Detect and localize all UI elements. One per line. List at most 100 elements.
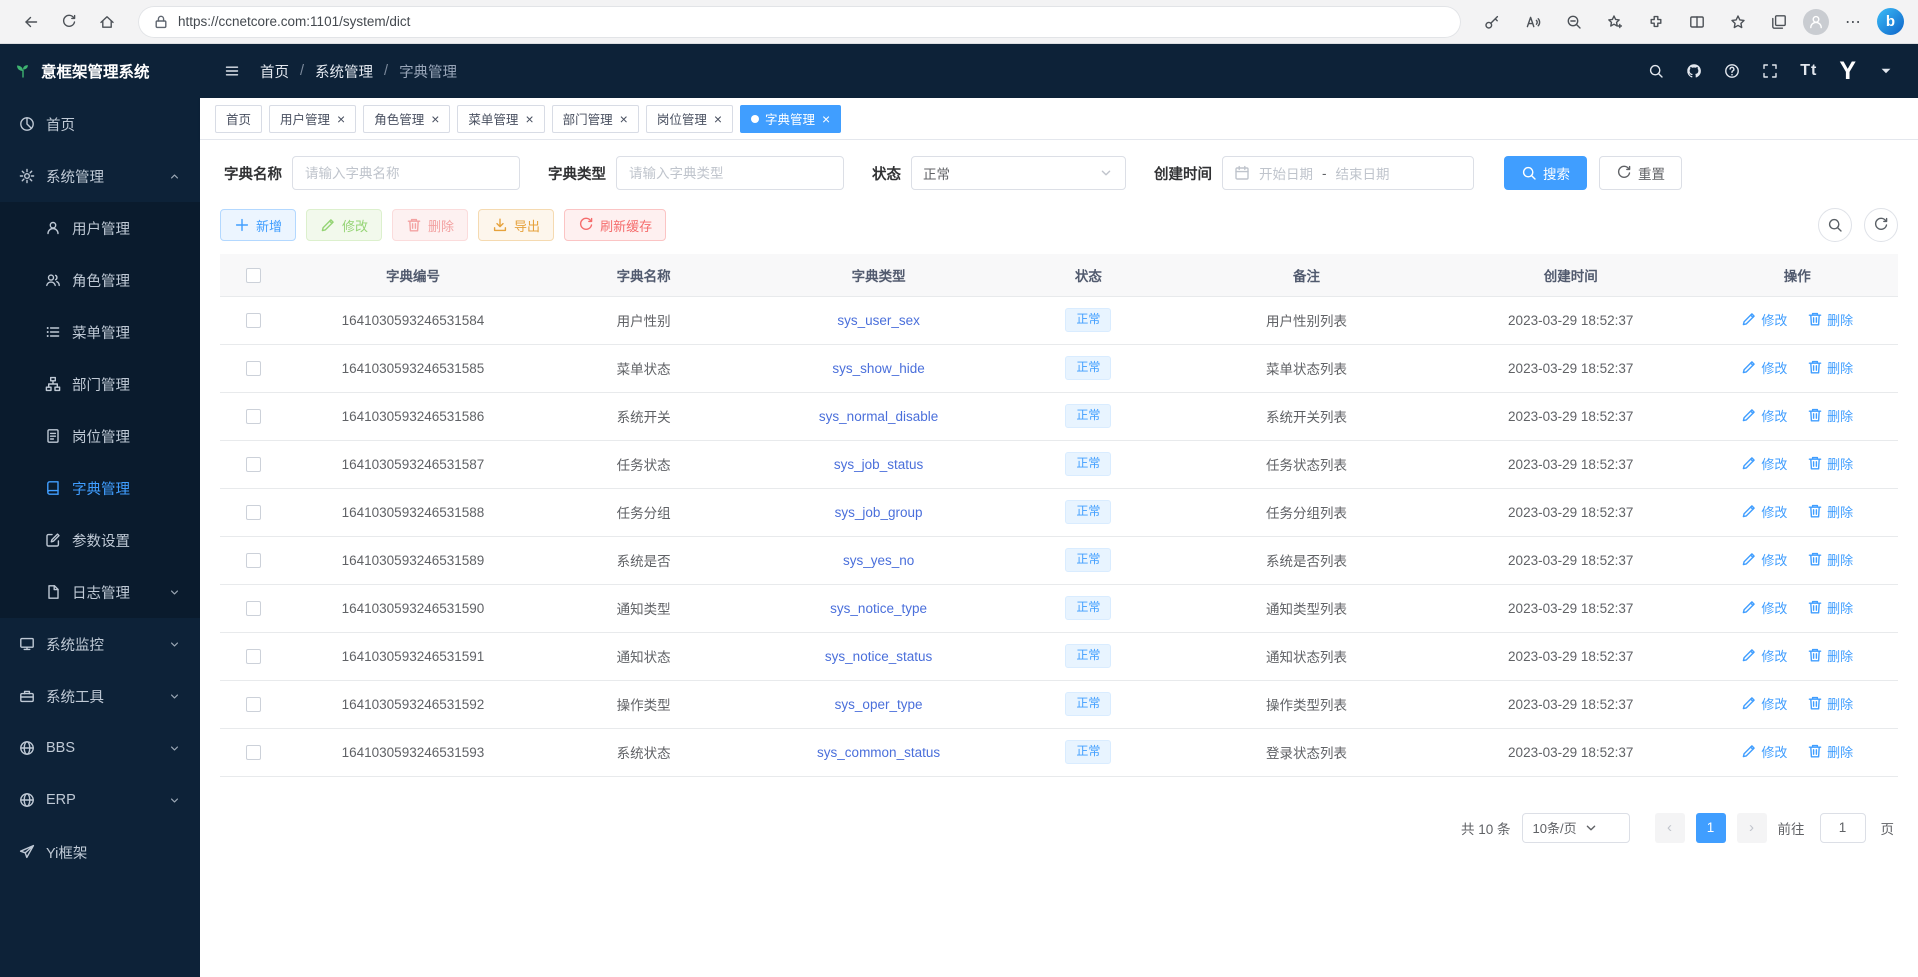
page-number-1[interactable]: 1 — [1696, 813, 1726, 843]
sidebar-item-tools[interactable]: 系统工具 — [0, 670, 200, 722]
browser-profile-avatar[interactable] — [1803, 9, 1829, 35]
sidebar-item-home[interactable]: 首页 — [0, 98, 200, 150]
row-checkbox[interactable] — [246, 313, 261, 328]
row-edit-button[interactable]: 修改 — [1741, 310, 1787, 329]
browser-home-icon[interactable] — [90, 6, 124, 38]
next-page-button[interactable]: › — [1737, 813, 1767, 843]
dict-type-link[interactable]: sys_yes_no — [843, 553, 914, 568]
search-button[interactable]: 搜索 — [1504, 156, 1587, 190]
row-checkbox[interactable] — [246, 409, 261, 424]
dict-type-link[interactable]: sys_notice_status — [825, 649, 932, 664]
date-range-picker[interactable]: 开始日期 - 结束日期 — [1222, 156, 1474, 190]
reset-button[interactable]: 重置 — [1599, 156, 1682, 190]
collections-icon[interactable] — [1762, 6, 1796, 38]
goto-page-input[interactable] — [1820, 813, 1866, 843]
add-button[interactable]: 新增 — [220, 209, 296, 241]
favorites-icon[interactable] — [1721, 6, 1755, 38]
sidebar-item-log-mgmt[interactable]: 日志管理 — [0, 566, 200, 618]
row-delete-button[interactable]: 删除 — [1807, 694, 1853, 713]
row-delete-button[interactable]: 删除 — [1807, 310, 1853, 329]
dict-type-link[interactable]: sys_job_status — [834, 457, 923, 472]
tab-close-icon[interactable]: × — [822, 112, 830, 126]
sidebar-item-param-settings[interactable]: 参数设置 — [0, 514, 200, 566]
sidebar-item-role-mgmt[interactable]: 角色管理 — [0, 254, 200, 306]
add-favorite-icon[interactable] — [1598, 6, 1632, 38]
dict-type-link[interactable]: sys_normal_disable — [819, 409, 938, 424]
export-button[interactable]: 导出 — [478, 209, 554, 241]
row-delete-button[interactable]: 删除 — [1807, 502, 1853, 521]
row-checkbox[interactable] — [246, 505, 261, 520]
edit-button[interactable]: 修改 — [306, 209, 382, 241]
row-edit-button[interactable]: 修改 — [1741, 598, 1787, 617]
tab[interactable]: 用户管理 × — [269, 105, 356, 133]
url-bar[interactable]: https://ccnetcore.com:1101/system/dict — [138, 6, 1461, 38]
menu-toggle-icon[interactable] — [224, 63, 240, 79]
dict-type-input[interactable] — [616, 156, 844, 190]
row-delete-button[interactable]: 删除 — [1807, 646, 1853, 665]
browser-menu-ellipsis-icon[interactable]: ⋯ — [1836, 6, 1870, 38]
sidebar-item-dict-mgmt[interactable]: 字典管理 — [0, 462, 200, 514]
font-size-button[interactable]: Tt — [1800, 62, 1817, 80]
dict-name-input[interactable] — [292, 156, 520, 190]
tab[interactable]: 角色管理 × — [363, 105, 450, 133]
row-checkbox[interactable] — [246, 361, 261, 376]
tab-close-icon[interactable]: × — [714, 112, 722, 126]
dict-type-link[interactable]: sys_oper_type — [835, 697, 923, 712]
toggle-search-button[interactable] — [1818, 208, 1852, 242]
delete-button[interactable]: 删除 — [392, 209, 468, 241]
status-select[interactable]: 正常 — [911, 156, 1126, 190]
tab-close-icon[interactable]: × — [337, 112, 345, 126]
breadcrumb-system[interactable]: 系统管理 — [315, 61, 373, 82]
fullscreen-icon[interactable] — [1762, 63, 1778, 79]
sidebar-item-system-mgmt[interactable]: 系统管理 — [0, 150, 200, 202]
sidebar-item-yi-framework[interactable]: Yi框架 — [0, 826, 200, 878]
caret-down-icon[interactable] — [1878, 63, 1894, 79]
sidebar-item-erp[interactable]: ERP — [0, 774, 200, 826]
password-key-icon[interactable] — [1475, 6, 1509, 38]
row-delete-button[interactable]: 删除 — [1807, 406, 1853, 425]
tab[interactable]: 岗位管理 × — [646, 105, 733, 133]
bing-icon[interactable]: b — [1877, 8, 1904, 35]
search-icon[interactable] — [1648, 63, 1664, 79]
row-edit-button[interactable]: 修改 — [1741, 646, 1787, 665]
help-icon[interactable] — [1724, 63, 1740, 79]
user-avatar[interactable]: Y — [1839, 59, 1856, 84]
refresh-table-button[interactable] — [1864, 208, 1898, 242]
row-edit-button[interactable]: 修改 — [1741, 502, 1787, 521]
page-size-select[interactable]: 10条/页 — [1522, 813, 1630, 843]
row-edit-button[interactable]: 修改 — [1741, 358, 1787, 377]
row-edit-button[interactable]: 修改 — [1741, 550, 1787, 569]
row-delete-button[interactable]: 删除 — [1807, 358, 1853, 377]
tab-close-icon[interactable]: × — [431, 112, 439, 126]
sidebar-item-monitor[interactable]: 系统监控 — [0, 618, 200, 670]
split-screen-icon[interactable] — [1680, 6, 1714, 38]
row-checkbox[interactable] — [246, 649, 261, 664]
row-delete-button[interactable]: 删除 — [1807, 598, 1853, 617]
prev-page-button[interactable]: ‹ — [1655, 813, 1685, 843]
row-edit-button[interactable]: 修改 — [1741, 454, 1787, 473]
extensions-icon[interactable] — [1639, 6, 1673, 38]
tab[interactable]: 菜单管理 × — [457, 105, 544, 133]
dict-type-link[interactable]: sys_notice_type — [830, 601, 927, 616]
tab[interactable]: 字典管理 × — [740, 105, 841, 133]
row-edit-button[interactable]: 修改 — [1741, 406, 1787, 425]
tab-close-icon[interactable]: × — [525, 112, 533, 126]
browser-refresh-icon[interactable] — [52, 6, 86, 38]
dict-type-link[interactable]: sys_common_status — [817, 745, 940, 760]
read-aloud-icon[interactable] — [1516, 6, 1550, 38]
sidebar-item-dept-mgmt[interactable]: 部门管理 — [0, 358, 200, 410]
dict-type-link[interactable]: sys_job_group — [835, 505, 923, 520]
dict-type-link[interactable]: sys_user_sex — [837, 313, 920, 328]
refresh-cache-button[interactable]: 刷新缓存 — [564, 209, 666, 241]
sidebar-item-menu-mgmt[interactable]: 菜单管理 — [0, 306, 200, 358]
row-edit-button[interactable]: 修改 — [1741, 742, 1787, 761]
row-delete-button[interactable]: 删除 — [1807, 454, 1853, 473]
github-icon[interactable] — [1686, 63, 1702, 79]
zoom-out-icon[interactable] — [1557, 6, 1591, 38]
tab[interactable]: 首页 × — [215, 105, 262, 133]
row-checkbox[interactable] — [246, 697, 261, 712]
row-edit-button[interactable]: 修改 — [1741, 694, 1787, 713]
row-delete-button[interactable]: 删除 — [1807, 550, 1853, 569]
tab[interactable]: 部门管理 × — [552, 105, 639, 133]
row-checkbox[interactable] — [246, 457, 261, 472]
